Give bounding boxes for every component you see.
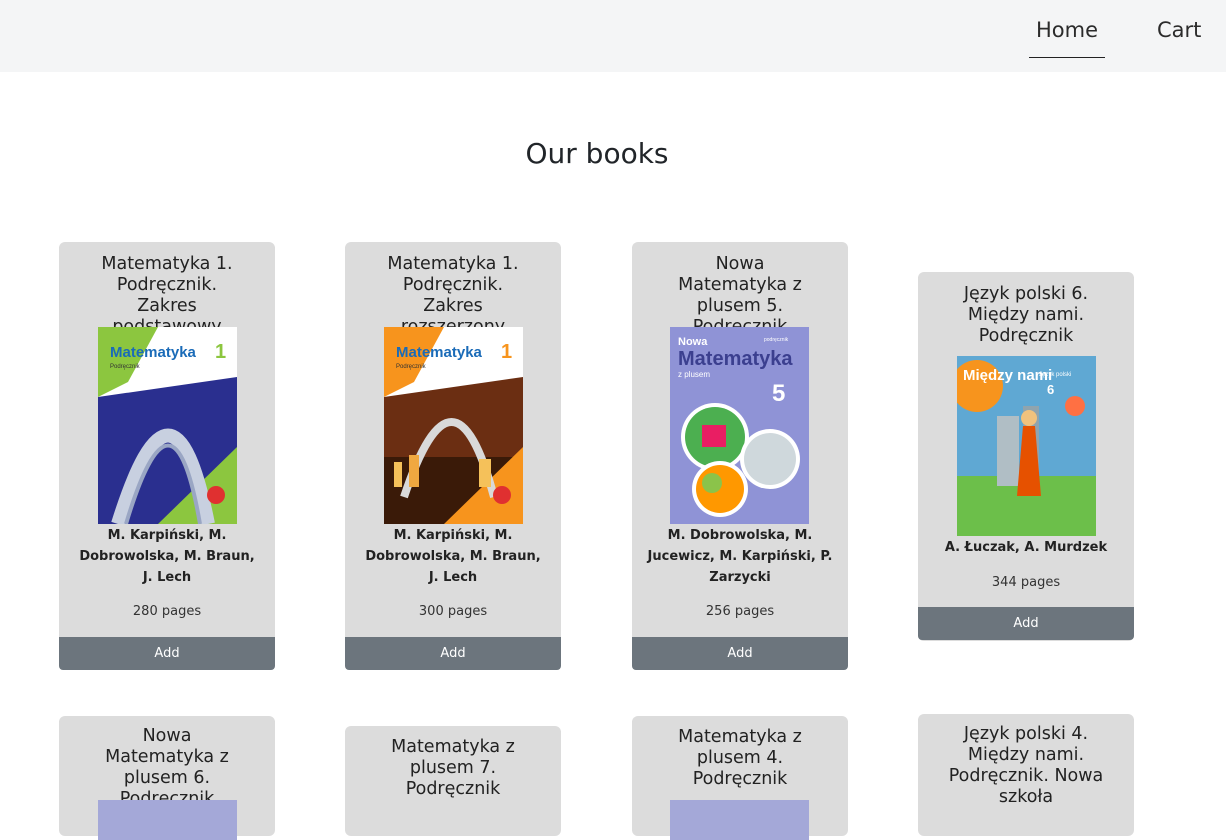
book-authors: M. Karpiński, M. Dobrowolska, M. Braun, … bbox=[79, 528, 255, 585]
cover-number-text: 1 bbox=[215, 341, 226, 363]
book-pages: 280 pages bbox=[132, 604, 202, 619]
cover-title-text: Matematyka bbox=[110, 344, 197, 361]
book-title: Matematyka 1. Podręcznik. Zakres rozszer… bbox=[387, 254, 519, 337]
book-pages: 256 pages bbox=[705, 604, 775, 619]
book-card: Matematyka z plusem 7. Podręcznik bbox=[345, 726, 561, 836]
book-cover-image: Nowa Matematyka z plusem 5 podręcznik bbox=[670, 327, 809, 524]
book-title: Matematyka z plusem 7. Podręcznik bbox=[391, 737, 515, 799]
book-cover-image bbox=[98, 800, 237, 840]
cover-title-text: Matematyka bbox=[396, 344, 483, 361]
book-cover-image: Między nami Język polski 6 bbox=[957, 356, 1096, 536]
book-card: Matematyka 1. Podręcznik. Zakres rozszer… bbox=[345, 242, 561, 670]
book-card: Język polski 6. Między nami. Podręcznik … bbox=[918, 272, 1134, 641]
cover-art: Nowa Matematyka z plusem 5 podręcznik bbox=[670, 327, 809, 524]
add-to-cart-button[interactable]: Add bbox=[918, 607, 1134, 640]
book-authors: M. Karpiński, M. Dobrowolska, M. Braun, … bbox=[365, 528, 541, 585]
nav-cart-link[interactable]: Cart bbox=[1157, 18, 1201, 42]
book-cover-image bbox=[670, 800, 809, 840]
book-pages: 344 pages bbox=[991, 575, 1061, 590]
cover-number-text: 5 bbox=[772, 380, 785, 407]
book-cover-image: Matematyka 1 Podręcznik bbox=[384, 327, 523, 524]
book-card: Język polski 4. Między nami. Podręcznik.… bbox=[918, 714, 1134, 836]
add-to-cart-button[interactable]: Add bbox=[632, 637, 848, 670]
cover-subtitle-text: z plusem bbox=[678, 370, 710, 379]
cover-badge-text: podręcznik bbox=[764, 337, 789, 343]
cover-number-text: 1 bbox=[501, 341, 512, 363]
cover-subtitle-text: Podręcznik bbox=[396, 364, 427, 370]
navbar: Home Cart bbox=[0, 0, 1226, 72]
book-card: Nowa Matematyka z plusem 6. Podręcznik bbox=[59, 716, 275, 840]
book-title: Matematyka z plusem 4. Podręcznik bbox=[678, 727, 802, 789]
book-title: Język polski 6. Między nami. Podręcznik bbox=[963, 284, 1089, 346]
cover-number-text: 6 bbox=[1047, 382, 1054, 397]
cover-art: Między nami Język polski 6 bbox=[957, 356, 1096, 536]
cover-subtitle-text: Podręcznik bbox=[110, 364, 141, 370]
nav-home-link[interactable]: Home bbox=[1029, 18, 1105, 58]
book-authors: A. Łuczak, A. Murdzek bbox=[944, 540, 1108, 555]
cover-pre-text: Nowa bbox=[678, 336, 708, 348]
cover-art: Matematyka 1 Podręcznik bbox=[384, 327, 523, 524]
book-pages: 300 pages bbox=[418, 604, 488, 619]
cover-subtitle-text: Język polski bbox=[1039, 372, 1071, 378]
book-authors: M. Dobrowolska, M. Jucewicz, M. Karpińsk… bbox=[647, 528, 833, 585]
book-title: Matematyka 1. Podręcznik. Zakres podstaw… bbox=[101, 254, 233, 337]
add-to-cart-button[interactable]: Add bbox=[59, 637, 275, 670]
book-card: Matematyka z plusem 4. Podręcznik bbox=[632, 716, 848, 840]
cover-title-text: Matematyka bbox=[678, 348, 793, 370]
book-card: Nowa Matematyka z plusem 5. Podręcznik N… bbox=[632, 242, 848, 670]
book-cover-image: Matematyka 1 Podręcznik bbox=[98, 327, 237, 524]
page-title: Our books bbox=[525, 137, 669, 170]
book-title: Nowa Matematyka z plusem 5. Podręcznik bbox=[678, 254, 802, 337]
cover-art: Matematyka 1 Podręcznik bbox=[98, 327, 237, 524]
book-card: Matematyka 1. Podręcznik. Zakres podstaw… bbox=[59, 242, 275, 670]
book-title: Nowa Matematyka z plusem 6. Podręcznik bbox=[105, 726, 229, 809]
book-title: Język polski 4. Między nami. Podręcznik.… bbox=[948, 724, 1104, 807]
add-to-cart-button[interactable]: Add bbox=[345, 637, 561, 670]
